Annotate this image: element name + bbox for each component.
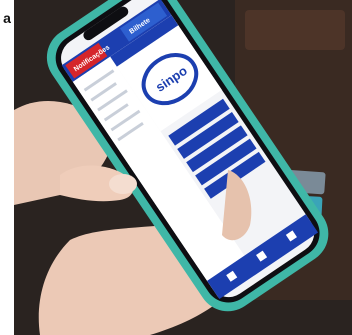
wallet-fold [245,10,345,50]
photo: a AC Notificações [0,0,352,335]
figure-letter: a [3,10,11,26]
photo-scene: AC Notificações Bilhete [0,0,352,335]
thumb-nail [109,174,137,194]
